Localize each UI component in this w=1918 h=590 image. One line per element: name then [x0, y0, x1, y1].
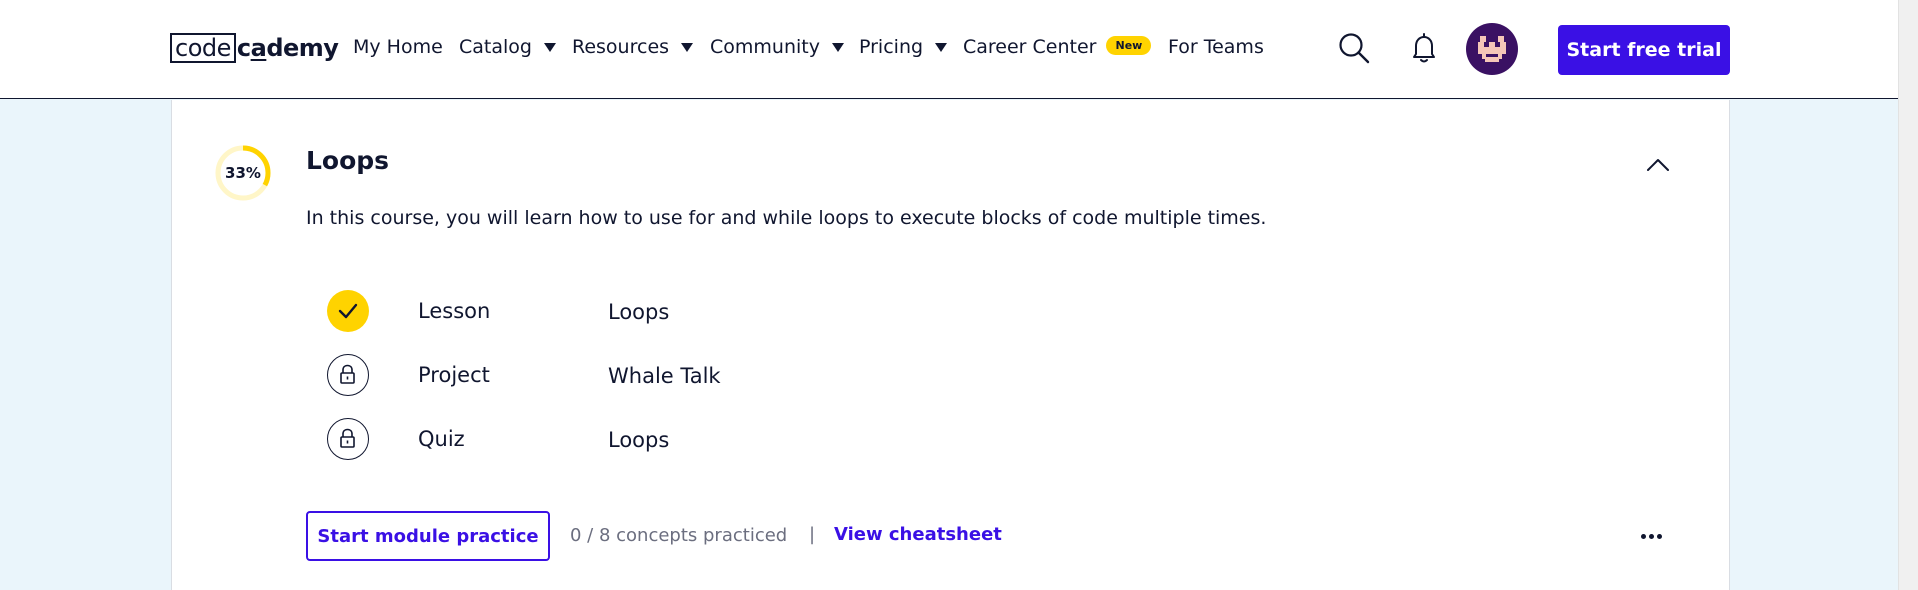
nav-label: Resources	[572, 36, 670, 58]
caret-down-icon	[935, 42, 948, 52]
item-name: Loops	[608, 300, 670, 324]
item-name: Whale Talk	[608, 364, 721, 388]
separator: |	[809, 524, 816, 545]
view-cheatsheet-link[interactable]: View cheatsheet	[834, 524, 1002, 545]
page-scrollbar[interactable]	[1898, 0, 1918, 590]
user-avatar[interactable]	[1466, 23, 1518, 75]
lock-icon	[327, 354, 369, 396]
nav-for-teams[interactable]: For Teams	[1168, 36, 1264, 58]
nav-label: My Home	[353, 36, 443, 58]
nav-label: Community	[710, 36, 820, 58]
search-icon[interactable]	[1336, 30, 1372, 66]
caret-down-icon	[831, 42, 844, 52]
item-type: Quiz	[418, 427, 465, 451]
item-type: Lesson	[418, 299, 491, 323]
check-icon	[327, 290, 369, 332]
nav-community[interactable]: Community	[710, 36, 844, 58]
nav-catalog[interactable]: Catalog	[459, 36, 556, 58]
chevron-up-icon[interactable]	[1643, 150, 1673, 180]
nav-my-home[interactable]: My Home	[353, 36, 443, 58]
nav-label: Career Center	[963, 36, 1097, 58]
top-navigation-bar: code cademy My Home Catalog Resources Com…	[0, 0, 1898, 99]
start-free-trial-button[interactable]: Start free trial	[1558, 25, 1730, 75]
nav-resources[interactable]: Resources	[572, 36, 694, 58]
lock-icon	[327, 418, 369, 460]
item-name: Loops	[608, 428, 670, 452]
codecademy-logo[interactable]: code cademy	[170, 32, 339, 64]
logo-text: cademy	[236, 34, 339, 62]
progress-percent: 33%	[225, 164, 261, 182]
nav-label: Catalog	[459, 36, 532, 58]
nav-pricing[interactable]: Pricing	[859, 36, 948, 58]
caret-down-icon	[681, 42, 694, 52]
bell-icon[interactable]	[1406, 30, 1442, 66]
module-item-project[interactable]: Project Whale Talk	[327, 354, 1027, 396]
nav-career-center[interactable]: Career Center New	[963, 35, 1152, 58]
item-type: Project	[418, 363, 490, 387]
module-item-lesson[interactable]: Lesson Loops	[327, 290, 1027, 332]
module-description: In this course, you will learn how to us…	[306, 207, 1267, 229]
module-item-quiz[interactable]: Quiz Loops	[327, 418, 1027, 460]
concepts-practiced-count: 0 / 8 concepts practiced	[570, 525, 788, 546]
new-badge: New	[1106, 35, 1152, 55]
nav-label: For Teams	[1168, 36, 1264, 58]
more-options-icon[interactable]	[1636, 524, 1666, 548]
caret-down-icon	[543, 42, 556, 52]
module-title: Loops	[306, 146, 390, 175]
nav-label: Pricing	[859, 36, 924, 58]
logo-boxed-text: code	[170, 33, 236, 63]
start-module-practice-button[interactable]: Start module practice	[306, 511, 550, 561]
